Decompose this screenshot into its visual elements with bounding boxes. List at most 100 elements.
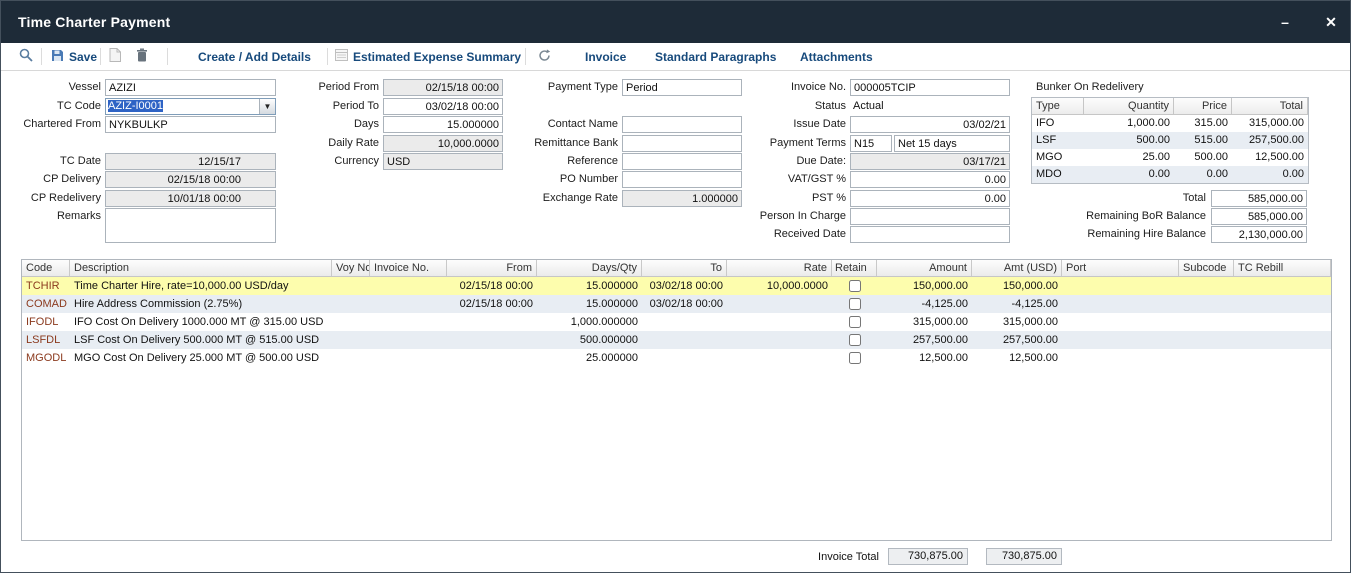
currency-field[interactable] <box>383 153 503 170</box>
table-row[interactable]: MGODL MGO Cost On Delivery 25.000 MT @ 5… <box>22 349 1331 367</box>
titlebar: Time Charter Payment – ✕ <box>1 1 1350 43</box>
due-date-field[interactable] <box>850 153 1010 170</box>
header-invoice-no[interactable]: Invoice No. <box>370 260 447 276</box>
cell-invoice-no <box>370 295 447 313</box>
received-date-field[interactable] <box>850 226 1010 243</box>
daily-rate-field[interactable] <box>383 135 503 152</box>
payment-terms-code-field[interactable] <box>850 135 892 152</box>
header-subcode[interactable]: Subcode <box>1179 260 1234 276</box>
payment-terms-desc-field[interactable] <box>894 135 1010 152</box>
cell-subcode <box>1179 349 1234 367</box>
retain-checkbox[interactable] <box>849 334 861 346</box>
bunker-price: 515.00 <box>1174 132 1232 149</box>
refresh-button[interactable] <box>538 43 551 70</box>
invoice-no-field[interactable] <box>850 79 1010 96</box>
issue-date-field[interactable] <box>850 116 1010 133</box>
cp-delivery-field[interactable] <box>105 171 276 188</box>
standard-paragraphs-button[interactable]: Standard Paragraphs <box>655 43 776 70</box>
contact-name-field[interactable] <box>622 116 742 133</box>
header-rate[interactable]: Rate <box>727 260 832 276</box>
bunker-total: 257,500.00 <box>1232 132 1308 149</box>
estimated-expense-summary-label: Estimated Expense Summary <box>353 50 521 64</box>
invoice-button[interactable]: Invoice <box>585 43 626 70</box>
cell-invoice-no <box>370 349 447 367</box>
chevron-down-icon[interactable]: ▼ <box>259 99 275 114</box>
invoice-total-value: 730,875.00 <box>888 548 968 565</box>
tc-date-field[interactable] <box>105 153 276 170</box>
estimated-expense-summary-button[interactable]: Estimated Expense Summary <box>335 43 521 70</box>
bunker-row[interactable]: IFO 1,000.00 315.00 315,000.00 <box>1032 115 1308 132</box>
person-in-charge-field[interactable] <box>850 208 1010 225</box>
header-amt-usd[interactable]: Amt (USD) <box>972 260 1062 276</box>
period-from-field[interactable] <box>383 79 503 96</box>
cell-retain <box>832 277 877 295</box>
bunker-header-type: Type <box>1032 98 1084 114</box>
table-row[interactable]: LSFDL LSF Cost On Delivery 500.000 MT @ … <box>22 331 1331 349</box>
toolbar-separator <box>167 48 168 65</box>
period-to-label: Period To <box>301 98 379 115</box>
vat-gst-field[interactable] <box>850 171 1010 188</box>
person-in-charge-label: Person In Charge <box>741 208 846 225</box>
table-row[interactable]: TCHIR Time Charter Hire, rate=10,000.00 … <box>22 277 1331 295</box>
header-voy-no[interactable]: Voy No. <box>332 260 370 276</box>
cell-rate <box>727 349 832 367</box>
retain-checkbox[interactable] <box>849 352 861 364</box>
bunker-row[interactable]: MGO 25.00 500.00 12,500.00 <box>1032 149 1308 166</box>
header-description[interactable]: Description <box>70 260 332 276</box>
header-to[interactable]: To <box>642 260 727 276</box>
bunker-row[interactable]: LSF 500.00 515.00 257,500.00 <box>1032 132 1308 149</box>
table-row[interactable]: COMAD Hire Address Commission (2.75%) 02… <box>22 295 1331 313</box>
tc-code-combo[interactable]: AZIZ-I0001 ▼ <box>105 98 276 115</box>
remaining-bor-balance-label: Remaining BoR Balance <box>1001 208 1206 225</box>
retain-checkbox[interactable] <box>849 298 861 310</box>
exchange-rate-field[interactable] <box>622 190 742 207</box>
summary-icon <box>335 49 348 64</box>
cell-retain <box>832 295 877 313</box>
cell-from <box>447 331 537 349</box>
period-to-field[interactable] <box>383 98 503 115</box>
create-add-details-button[interactable]: Create / Add Details <box>198 43 311 70</box>
reference-field[interactable] <box>622 153 742 170</box>
copy-button[interactable] <box>109 43 121 70</box>
save-label: Save <box>69 50 97 64</box>
cp-redelivery-field[interactable] <box>105 190 276 207</box>
chartered-from-field[interactable] <box>105 116 276 133</box>
remittance-bank-field[interactable] <box>622 135 742 152</box>
save-icon <box>51 49 64 65</box>
cell-rate <box>727 313 832 331</box>
header-port[interactable]: Port <box>1062 260 1179 276</box>
header-code[interactable]: Code <box>22 260 70 276</box>
minimize-button[interactable]: – <box>1273 12 1297 32</box>
vessel-field[interactable] <box>105 79 276 96</box>
remarks-field[interactable] <box>105 208 276 243</box>
bunker-price: 0.00 <box>1174 166 1232 183</box>
remarks-label: Remarks <box>9 208 101 225</box>
currency-label: Currency <box>301 153 379 170</box>
cell-days-qty: 25.000000 <box>537 349 642 367</box>
cell-description: Time Charter Hire, rate=10,000.00 USD/da… <box>70 277 332 295</box>
bunker-quantity: 500.00 <box>1084 132 1174 149</box>
po-number-field[interactable] <box>622 171 742 188</box>
save-button[interactable]: Save <box>51 43 97 70</box>
attachments-button[interactable]: Attachments <box>800 43 873 70</box>
pst-field[interactable] <box>850 190 1010 207</box>
bunker-quantity: 25.00 <box>1084 149 1174 166</box>
header-from[interactable]: From <box>447 260 537 276</box>
cell-code: MGODL <box>22 349 70 367</box>
cell-amt-usd: 315,000.00 <box>972 313 1062 331</box>
header-days-qty[interactable]: Days/Qty <box>537 260 642 276</box>
invoice-lines-grid: Code Description Voy No. Invoice No. Fro… <box>21 259 1332 541</box>
delete-button[interactable] <box>136 43 148 70</box>
retain-checkbox[interactable] <box>849 316 861 328</box>
header-tc-rebill[interactable]: TC Rebill <box>1234 260 1331 276</box>
retain-checkbox[interactable] <box>849 280 861 292</box>
header-retain[interactable]: Retain <box>832 260 877 276</box>
payment-type-field[interactable] <box>622 79 742 96</box>
cell-amount: -4,125.00 <box>877 295 972 313</box>
header-amount[interactable]: Amount <box>877 260 972 276</box>
search-button[interactable] <box>19 43 33 70</box>
days-field[interactable] <box>383 116 503 133</box>
close-button[interactable]: ✕ <box>1319 12 1343 32</box>
bunker-row[interactable]: MDO 0.00 0.00 0.00 <box>1032 166 1308 183</box>
table-row[interactable]: IFODL IFO Cost On Delivery 1000.000 MT @… <box>22 313 1331 331</box>
